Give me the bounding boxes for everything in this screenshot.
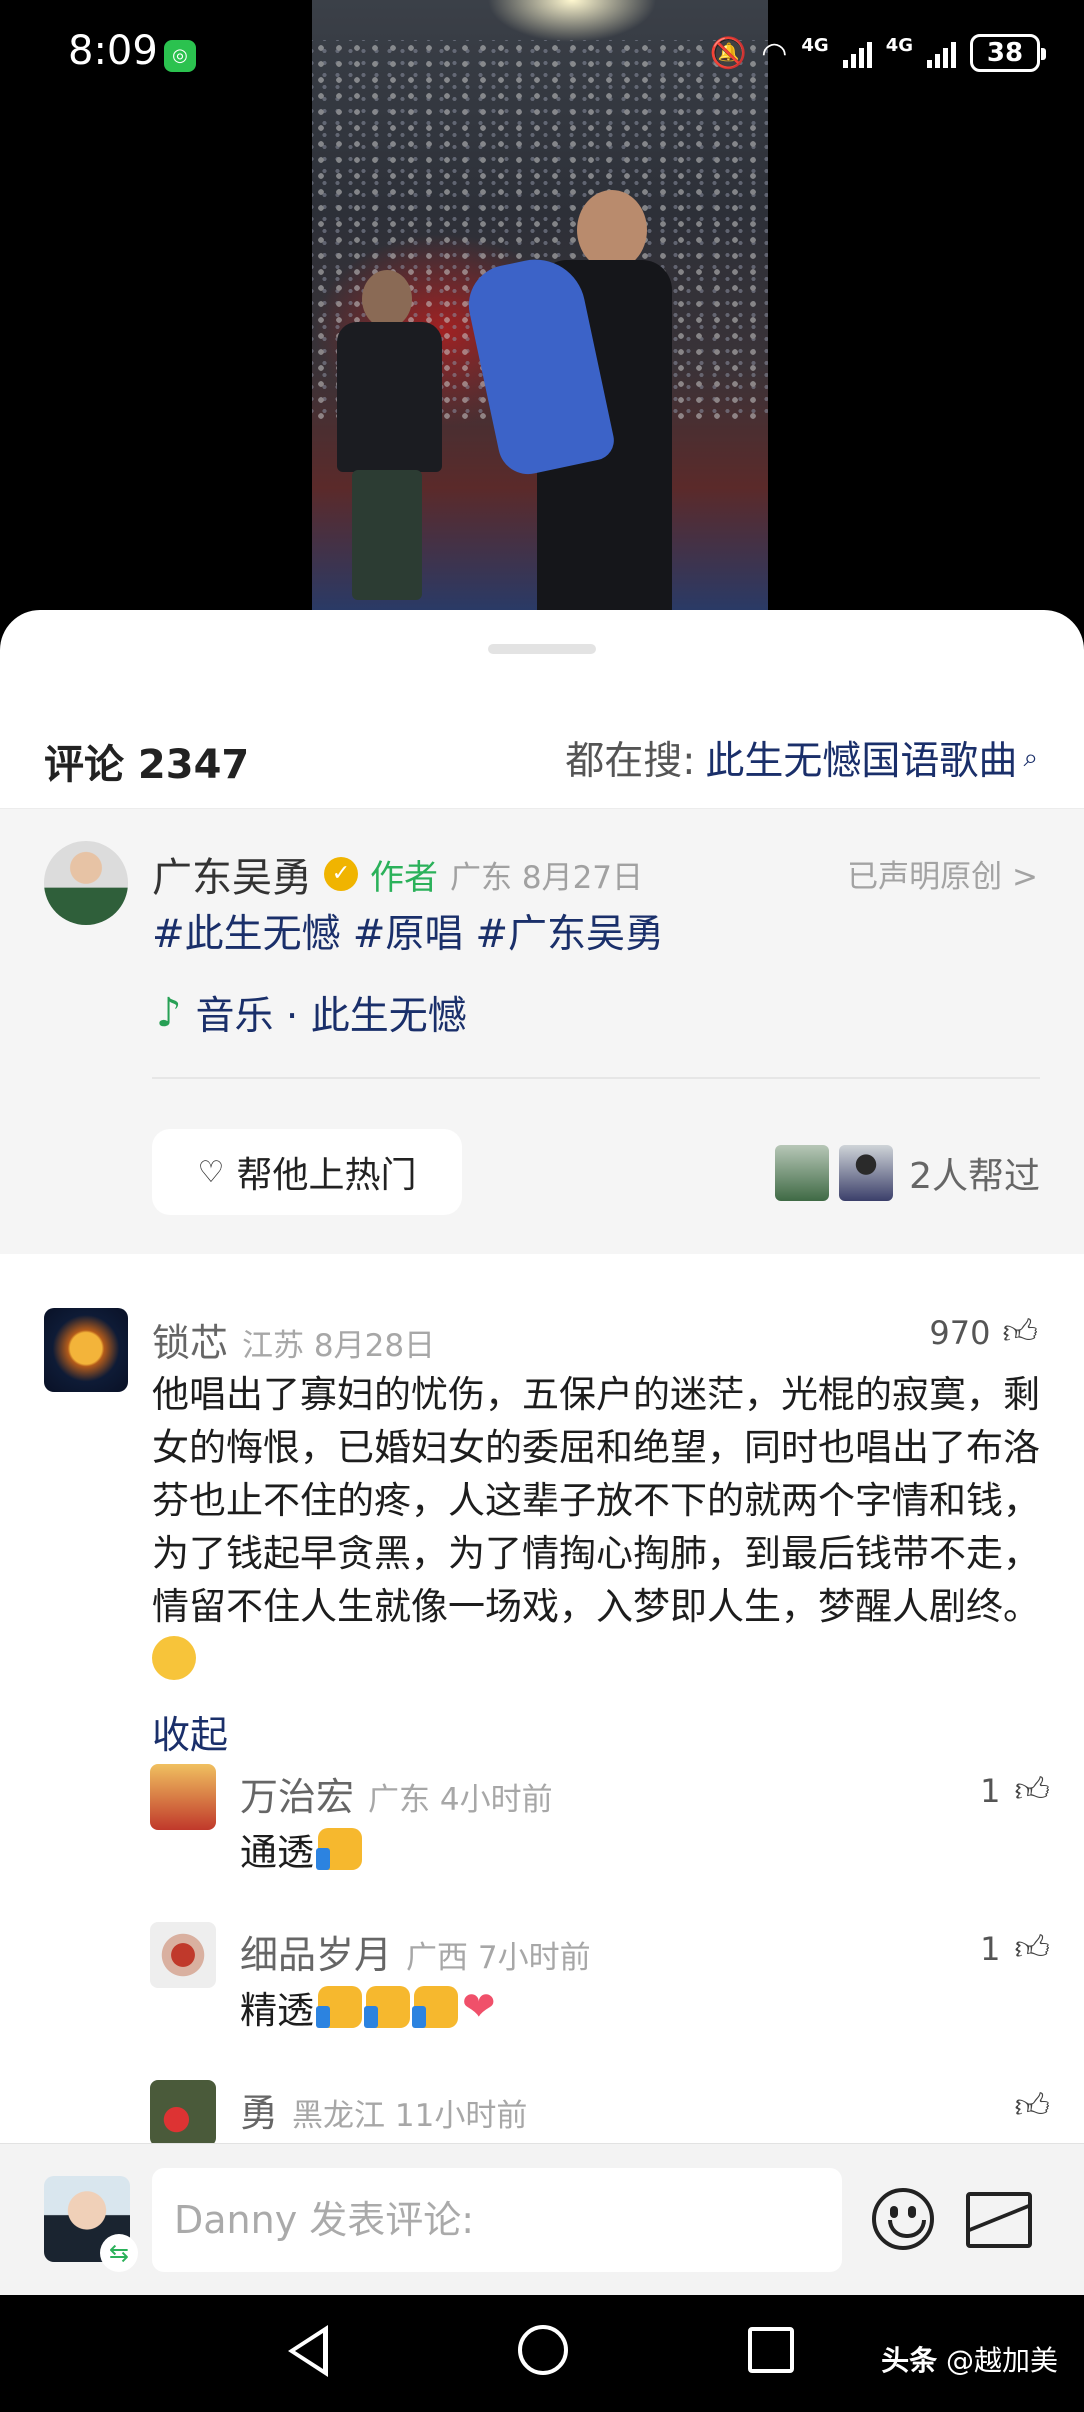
thumbs-up-icon: 👍︎ (1014, 1928, 1050, 1968)
comments-count-title: 评论 2347 (44, 742, 250, 788)
author-name[interactable]: 广东吴勇 (152, 845, 312, 903)
thumbs-up-icon: 👍︎ (1014, 2086, 1050, 2126)
emoji-icon[interactable] (872, 2188, 934, 2250)
boost-button[interactable]: ♡ 帮他上热门 (152, 1129, 462, 1215)
system-nav-bar: 头条 @越加美 (0, 2295, 1084, 2412)
watermark-handle: @越加美 (945, 2344, 1058, 2377)
comment-header: 锁芯 江苏 8月28日 (152, 1312, 435, 1367)
reply-meta: 广东 4小时前 (368, 1782, 553, 1818)
home-icon[interactable] (518, 2325, 568, 2375)
reply-like-button[interactable]: 1 👍︎ (980, 1928, 1050, 1969)
comment-input[interactable] (152, 2168, 842, 2272)
thumbs-up-emoji-icon (316, 1986, 362, 2028)
thumbs-up-emoji-icon (364, 1986, 410, 2028)
video-person-left (332, 270, 442, 600)
watermark: 头条 @越加美 (881, 2339, 1058, 2379)
recents-icon[interactable] (748, 2327, 794, 2373)
commenter-name[interactable]: 锁芯 (152, 1312, 228, 1367)
replier-avatar[interactable] (150, 1764, 216, 1830)
author-tag: 作者 (370, 857, 438, 898)
author-line: 广东吴勇 ✓ 作者 广东 8月27日 (152, 845, 643, 903)
sheet-drag-handle[interactable] (488, 644, 596, 654)
reply-meta: 黑龙江 11小时前 (292, 2098, 528, 2134)
signal-bars-2-icon (927, 38, 956, 68)
hashtag[interactable]: #广东吴勇 (475, 903, 664, 959)
back-icon[interactable] (288, 2325, 328, 2377)
status-time: 8:09 (68, 28, 158, 74)
reply-text-block: 通透 (240, 1822, 362, 1876)
heart-icon: ♡ (197, 1154, 225, 1190)
music-note-icon: ♪ (156, 990, 182, 1036)
comment-text: 他唱出了寡妇的忧伤，五保户的迷茫，光棍的寂寞，剩女的悔恨，已婚妇女的委屈和绝望，… (152, 1373, 1040, 1628)
heart-emoji-icon: ❤ (462, 1984, 496, 2030)
replier-name[interactable]: 万治宏 (240, 1766, 354, 1821)
comment-like-count: 970 (929, 1313, 991, 1352)
network-type-1: 4G (801, 34, 829, 56)
helper-avatar (775, 1145, 830, 1201)
wechat-icon: ◎ (164, 40, 196, 72)
helpers-count: 2人帮过 (909, 1156, 1040, 1197)
hashtags: #此生无憾 #原唱 #广东吴勇 (152, 903, 664, 959)
status-icons: 🔕 ◠ 4G 4G 38 (709, 34, 1046, 72)
watermark-brand: 头条 (881, 2344, 938, 2377)
reply-meta: 广西 7小时前 (406, 1940, 591, 1976)
reply-text: 精透 (240, 1989, 314, 2032)
reply-like-count: 1 (980, 1771, 1001, 1810)
reply-like-button[interactable]: 👍︎ (1000, 2086, 1050, 2127)
comments-header: 评论 2347 都在搜: 此生无憾国语歌曲 ⌕ (0, 690, 1084, 820)
thumbs-up-emoji-icon (412, 1986, 458, 2028)
author-post-card: 广东吴勇 ✓ 作者 广东 8月27日 已声明原创 > #此生无憾 #原唱 #广东… (0, 808, 1084, 1254)
reply-item: 勇 黑龙江 11小时前 👍︎ (150, 2080, 1050, 2145)
status-bar: 8:09 ◎ 🔕 ◠ 4G 4G 38 (0, 0, 1084, 110)
reply-like-button[interactable]: 1 👍︎ (980, 1770, 1050, 1811)
replier-name[interactable]: 勇 (240, 2082, 278, 2137)
reply-header: 勇 黑龙江 11小时前 (240, 2082, 527, 2137)
reply-like-count: 1 (980, 1929, 1001, 1968)
search-prefix: 都在搜: (565, 739, 696, 784)
verified-badge-icon: ✓ (324, 857, 358, 891)
search-keyword[interactable]: 此生无憾国语歌曲 (705, 730, 1017, 786)
reply-item: 万治宏 广东 4小时前 1 👍︎ 通透 (150, 1764, 1050, 1904)
reply-header: 细品岁月 广西 7小时前 (240, 1924, 591, 1979)
replier-avatar[interactable] (150, 2080, 216, 2145)
search-icon: ⌕ (1023, 742, 1038, 773)
comment-like-button[interactable]: 970 👍︎ (929, 1312, 1038, 1353)
music-link[interactable]: ♪ 音乐 · 此生无憾 (156, 985, 467, 1041)
divider (152, 1077, 1040, 1079)
comment-input-bar: ⇆ (0, 2143, 1084, 2295)
switch-account-icon[interactable]: ⇆ (100, 2234, 138, 2272)
trending-search[interactable]: 都在搜: 此生无憾国语歌曲 ⌕ (565, 730, 1038, 786)
signal-bars-1-icon (842, 38, 872, 68)
author-avatar[interactable] (44, 841, 128, 925)
reply-text: 通透 (240, 1831, 314, 1874)
image-icon[interactable] (966, 2192, 1032, 2248)
thumbs-up-icon: 👍︎ (1014, 1770, 1050, 1810)
commenter-avatar[interactable] (44, 1308, 128, 1392)
replier-name[interactable]: 细品岁月 (240, 1924, 392, 1979)
network-type-2: 4G (885, 34, 913, 56)
collapse-link[interactable]: 收起 (152, 1704, 228, 1759)
replier-avatar[interactable] (150, 1922, 216, 1988)
battery-indicator: 38 (970, 34, 1046, 72)
reply-item: 细品岁月 广西 7小时前 1 👍︎ 精透 ❤ (150, 1922, 1050, 2062)
original-declaration-link[interactable]: 已声明原创 > (847, 851, 1038, 896)
thumbs-up-emoji-icon (316, 1828, 362, 1870)
hashtag[interactable]: #原唱 (353, 903, 464, 959)
helpers[interactable]: 2人帮过 (775, 1145, 1040, 1201)
wifi-icon: ◠ (761, 35, 788, 71)
thumbs-up-icon: 👍︎ (1002, 1312, 1038, 1352)
mute-bell-icon: 🔕 (709, 35, 748, 71)
reply-text-block: 精透 ❤ (240, 1980, 496, 2034)
hashtag[interactable]: #此生无憾 (152, 903, 341, 959)
laugh-cry-emoji-icon (152, 1636, 196, 1680)
music-label: 音乐 · 此生无憾 (195, 994, 467, 1039)
helper-avatar (839, 1145, 894, 1201)
boost-button-label: 帮他上热门 (236, 1155, 417, 1196)
comments-sheet: 评论 2347 都在搜: 此生无憾国语歌曲 ⌕ 广东吴勇 ✓ 作者 广东 8月2… (0, 610, 1084, 2145)
comment-text-block: 他唱出了寡妇的忧伤，五保户的迷茫，光棍的寂寞，剩女的悔恨，已婚妇女的委屈和绝望，… (152, 1368, 1048, 1686)
author-location-date: 广东 8月27日 (450, 859, 644, 896)
comment-meta: 江苏 8月28日 (242, 1328, 436, 1364)
reply-header: 万治宏 广东 4小时前 (240, 1766, 553, 1821)
